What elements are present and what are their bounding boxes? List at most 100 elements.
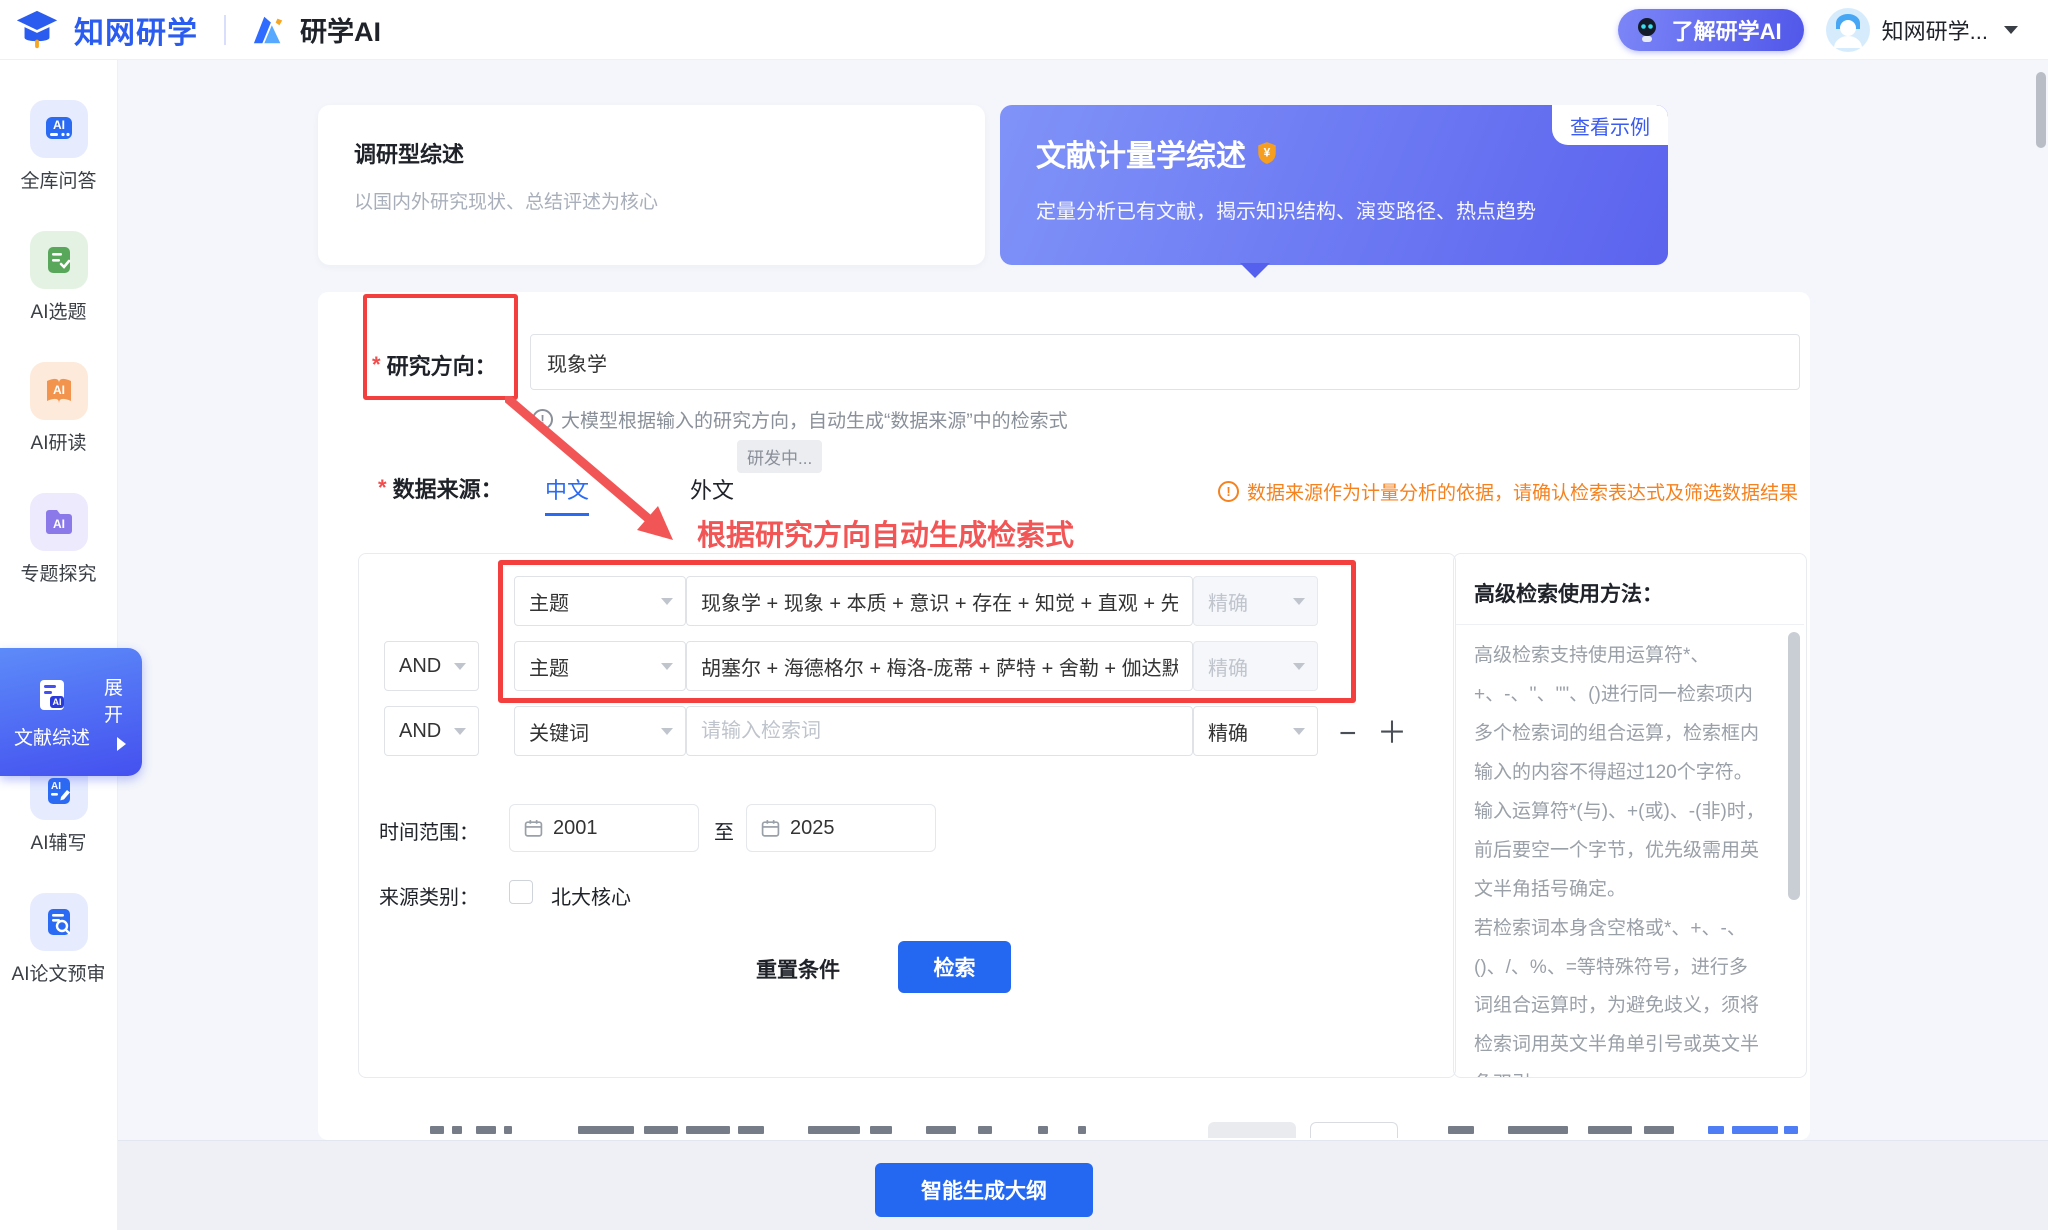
direction-hint: ! 大模型根据输入的研究方向，自动生成“数据来源”中的检索式	[532, 406, 1068, 433]
view-example-badge[interactable]: 查看示例	[1552, 105, 1668, 145]
brand-area: 知网研学 研学AI	[14, 7, 381, 53]
year-from-input[interactable]: 2001	[509, 804, 699, 852]
svg-text:AI: AI	[53, 383, 65, 397]
expand-arrow-icon	[117, 737, 126, 751]
page-scrollbar-thumb[interactable]	[2036, 72, 2046, 148]
user-menu[interactable]: 知网研学...	[1826, 8, 2018, 52]
match-select-1: 精确	[1193, 576, 1318, 626]
paid-shield-icon: ¥	[1256, 141, 1278, 165]
card-title-text: 文献计量学综述	[1036, 131, 1246, 175]
svg-text:AI: AI	[51, 781, 61, 792]
sidebar-item-label: 专题探究	[20, 559, 96, 586]
pku-core-checkbox[interactable]	[509, 880, 533, 904]
operator-select-2[interactable]: AND	[384, 641, 479, 691]
bottom-action-bar: 智能生成大纲	[118, 1140, 2048, 1230]
card-bibliometric-review[interactable]: 文献计量学综述 ¥ 定量分析已有文献，揭示知识结构、演变路径、热点趋势 查看示例	[1000, 105, 1668, 265]
direction-hint-text: 大模型根据输入的研究方向，自动生成“数据来源”中的检索式	[561, 406, 1068, 433]
operator-select-value: AND	[399, 655, 441, 678]
chevron-down-icon	[454, 728, 466, 735]
field-select-3[interactable]: 关键词	[514, 706, 686, 756]
database-ai-icon: AI	[30, 100, 88, 158]
svg-text:AI: AI	[53, 517, 65, 531]
research-direction-input[interactable]	[530, 334, 1800, 390]
clipped-results-toolbar	[418, 1122, 1798, 1138]
advanced-help-paragraph: 若检索词本身含空格或*、+、-、()、/、%、=等特殊符号，进行多词组合运算时，…	[1474, 910, 1766, 1078]
avatar	[1826, 8, 1870, 52]
chevron-down-icon	[661, 598, 673, 605]
sidebar-item-literature-review-active[interactable]: AI 文献综述 展开	[0, 648, 142, 776]
document-ai-icon: AI	[32, 675, 72, 715]
operator-select-value: AND	[399, 720, 441, 743]
help-scrollbar-thumb[interactable]	[1788, 632, 1800, 900]
sidebar-item-qa[interactable]: AI 全库问答	[0, 100, 117, 193]
sidebar-item-topic-select[interactable]: AI选题	[0, 231, 117, 324]
checklist-icon	[30, 231, 88, 289]
expand-handle[interactable]: 展开	[104, 673, 138, 751]
term-input-3[interactable]	[686, 706, 1193, 756]
sidebar-item-reading[interactable]: AI AI研读	[0, 362, 117, 455]
calendar-icon	[761, 819, 780, 838]
source-category-label: 来源类别：	[379, 881, 479, 910]
brand-name: 知网研学	[74, 8, 198, 52]
sidebar-item-label: AI辅写	[31, 828, 87, 855]
info-circle-icon: !	[532, 409, 553, 430]
field-select-1[interactable]: 主题	[514, 576, 686, 626]
active-card-pointer-icon	[1240, 263, 1270, 278]
operator-select-3[interactable]: AND	[384, 706, 479, 756]
search-button[interactable]: 检索	[898, 941, 1011, 993]
sidebar-item-label: 全库问答	[20, 166, 96, 193]
match-select-3[interactable]: 精确	[1193, 706, 1318, 756]
term-input-2[interactable]	[686, 641, 1193, 691]
book-ai-icon: AI	[30, 362, 88, 420]
tab-foreign[interactable]: 外文	[690, 473, 734, 505]
match-select-value: 精确	[1208, 587, 1248, 616]
match-select-value: 精确	[1208, 652, 1248, 681]
app-window: 知网研学 研学AI 了解研学AI	[0, 0, 2048, 1230]
card-title: 调研型综述	[354, 137, 949, 169]
year-to-input[interactable]: 2025	[746, 804, 936, 852]
svg-text:¥: ¥	[1264, 145, 1271, 159]
research-direction-label: * 研究方向：	[372, 349, 497, 381]
toggle-group-icon	[1208, 1122, 1296, 1138]
datasource-warning: ! 数据来源作为计量分析的依据，请确认检索表达式及筛选数据结果	[1218, 478, 1798, 505]
match-select-value: 精确	[1208, 717, 1248, 746]
robot-icon	[1632, 15, 1662, 45]
sidebar: AI 全库问答 AI选题 AI AI研读 AI 专题探究	[0, 60, 118, 1230]
calendar-icon	[524, 819, 543, 838]
search-config-panel: * 研究方向： ! 大模型根据输入的研究方向，自动生成“数据来源”中的检索式 *…	[318, 292, 1810, 1140]
datasource-warning-text: 数据来源作为计量分析的依据，请确认检索表达式及筛选数据结果	[1247, 478, 1798, 505]
time-range-to-word: 至	[714, 816, 734, 845]
card-subtitle: 以国内外研究现状、总结评述为核心	[354, 187, 949, 214]
warning-circle-icon: !	[1218, 481, 1239, 502]
pku-core-option-label[interactable]: 北大核心	[551, 881, 631, 910]
cnki-logo-icon	[14, 7, 60, 53]
chevron-down-icon	[454, 663, 466, 670]
card-survey-review[interactable]: 调研型综述 以国内外研究现状、总结评述为核心	[318, 105, 985, 265]
sidebar-item-special-topic[interactable]: AI 专题探究	[0, 493, 117, 586]
chevron-down-icon	[661, 728, 673, 735]
datasource-label: * 数据来源：	[378, 472, 503, 504]
field-select-2[interactable]: 主题	[514, 641, 686, 691]
reset-conditions-button[interactable]: 重置条件	[756, 954, 840, 984]
sidebar-item-label: AI研读	[31, 428, 87, 455]
sidebar-item-label: AI论文预审	[12, 959, 106, 986]
advanced-help-body: 高级检索支持使用运算符*、+、-、''、""、()进行同一检索项内多个检索词的组…	[1454, 625, 1806, 1078]
add-row-button[interactable]: ＋	[1377, 719, 1407, 749]
tab-chinese[interactable]: 中文	[545, 473, 589, 516]
time-range-label: 时间范围：	[379, 816, 479, 845]
remove-row-button[interactable]: −	[1339, 719, 1357, 749]
in-development-tooltip: 研发中...	[737, 440, 822, 473]
card-title: 文献计量学综述 ¥	[1036, 131, 1632, 175]
generate-outline-button[interactable]: 智能生成大纲	[875, 1163, 1093, 1217]
term-input-1[interactable]	[686, 576, 1193, 626]
required-asterisk: *	[372, 352, 381, 378]
folder-ai-icon: AI	[30, 493, 88, 551]
sidebar-item-paper-review[interactable]: AI论文预审	[0, 893, 117, 986]
header-right: 了解研学AI 知网研学...	[1618, 8, 2018, 52]
advanced-help-title: 高级检索使用方法：	[1454, 554, 1806, 624]
chevron-down-icon	[1293, 598, 1305, 605]
learn-ai-button[interactable]: 了解研学AI	[1618, 9, 1804, 51]
field-select-value: 关键词	[529, 717, 589, 746]
field-select-value: 主题	[529, 587, 569, 616]
username: 知网研学...	[1882, 14, 1988, 46]
